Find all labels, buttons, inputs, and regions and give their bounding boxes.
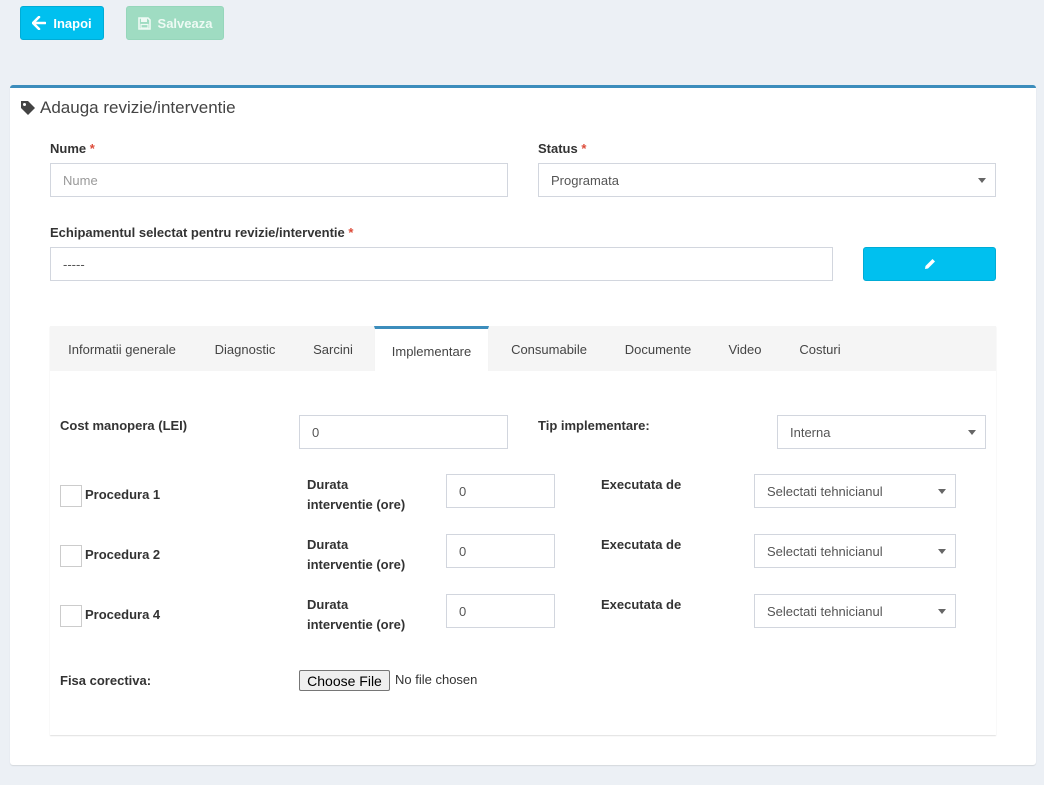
executata-label: Executata de <box>601 477 682 492</box>
procedura-1-label: Procedura 1 <box>85 487 161 502</box>
equipment-label: Echipamentul selectat pentru revizie/int… <box>50 225 354 240</box>
pencil-icon <box>924 259 935 269</box>
arrow-left-icon <box>32 16 47 30</box>
tab-documente[interactable]: Documente <box>616 326 700 371</box>
procedura-2-durata-input[interactable]: 0 <box>446 534 555 568</box>
tab-informatii-generale[interactable]: Informatii generale <box>50 326 194 371</box>
cost-label: Cost manopera (LEI) <box>60 418 188 433</box>
file-status: No file chosen <box>395 672 478 687</box>
procedura-4-technician-select[interactable]: Selectati tehnicianul <box>754 594 956 628</box>
tab-video[interactable]: Video <box>720 326 770 371</box>
procedura-2-label: Procedura 2 <box>85 547 161 562</box>
status-label: Status * <box>538 141 587 156</box>
durata-label: Durata interventie (ore) <box>307 477 406 512</box>
tab-sarcini[interactable]: Sarcini <box>300 326 366 371</box>
edit-equipment-button[interactable] <box>863 247 996 281</box>
box-title-text: Adauga revizie/interventie <box>40 98 236 117</box>
executata-label: Executata de <box>601 597 682 612</box>
equipment-input[interactable]: ----- <box>50 247 833 281</box>
tag-icon <box>21 101 35 115</box>
save-button[interactable]: Salveaza <box>126 6 224 40</box>
floppy-disk-icon <box>137 16 151 30</box>
tab-implementare[interactable]: Implementare <box>374 326 489 371</box>
required-mark: * <box>581 141 587 156</box>
procedura-4-durata-input[interactable]: 0 <box>446 594 555 628</box>
tab-consumabile[interactable]: Consumabile <box>500 326 598 371</box>
fisa-corectiva-label: Fisa corectiva: <box>60 673 152 688</box>
tab-bar: Informatii generale Diagnostic Sarcini I… <box>50 326 996 371</box>
durata-label: Durata interventie (ore) <box>307 537 406 572</box>
required-mark: * <box>348 225 354 240</box>
back-button-label: Inapoi <box>53 15 92 31</box>
tab-diagnostic[interactable]: Diagnostic <box>200 326 290 371</box>
required-mark: * <box>89 141 95 156</box>
tip-implementare-label: Tip implementare: <box>538 418 650 433</box>
nume-label: Nume * <box>50 141 95 156</box>
procedura-1-checkbox[interactable] <box>60 485 82 507</box>
procedura-2-technician-select[interactable]: Selectati tehnicianul <box>754 534 956 568</box>
procedura-1-technician-select[interactable]: Selectati tehnicianul <box>754 474 956 508</box>
procedura-1-durata-input[interactable]: 0 <box>446 474 555 508</box>
box-title: Adauga revizie/interventie <box>20 98 236 118</box>
procedura-2-checkbox[interactable] <box>60 545 82 567</box>
procedura-4-label: Procedura 4 <box>85 607 161 622</box>
status-select[interactable]: Programata <box>538 163 996 197</box>
back-button[interactable]: Inapoi <box>20 6 104 40</box>
executata-label: Executata de <box>601 537 682 552</box>
tip-implementare-select[interactable]: Interna <box>777 415 986 449</box>
tab-costuri[interactable]: Costuri <box>790 326 850 371</box>
choose-file-button[interactable]: Choose File <box>299 670 390 691</box>
nume-input[interactable]: Nume <box>50 163 508 197</box>
tabs-panel: Informatii generale Diagnostic Sarcini I… <box>50 326 996 735</box>
durata-label: Durata interventie (ore) <box>307 597 406 632</box>
procedura-4-checkbox[interactable] <box>60 605 82 627</box>
save-button-label: Salveaza <box>157 15 213 31</box>
cost-input[interactable]: 0 <box>299 415 508 449</box>
